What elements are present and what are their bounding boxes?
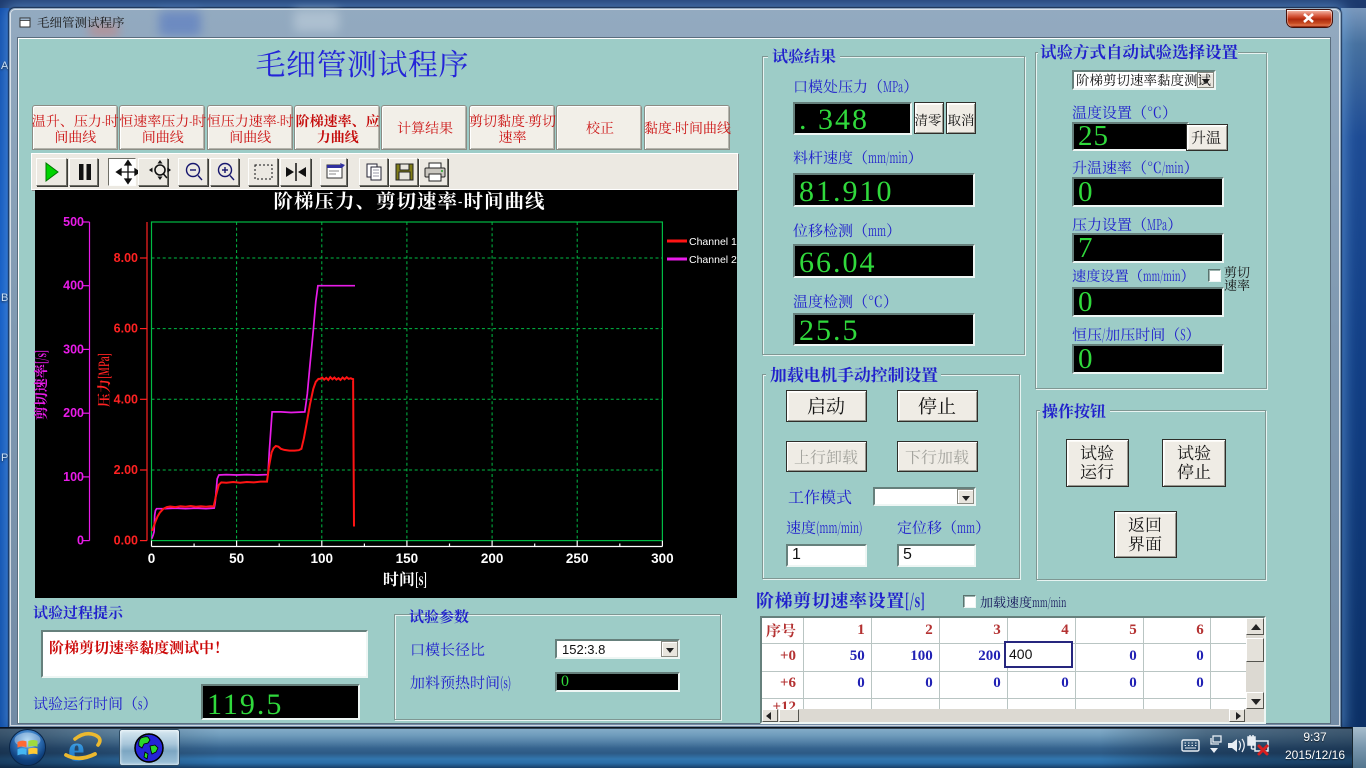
svg-text:250: 250 [566, 551, 589, 566]
svg-text:300: 300 [63, 342, 84, 356]
svg-text:50: 50 [229, 551, 244, 566]
svg-text:0: 0 [148, 551, 156, 566]
svg-text:6.00: 6.00 [114, 322, 138, 336]
svg-text:200: 200 [481, 551, 504, 566]
svg-text:500: 500 [63, 215, 84, 229]
svg-text:Channel 1: Channel 1 [689, 236, 737, 248]
svg-text:0: 0 [77, 534, 84, 548]
svg-text:4.00: 4.00 [114, 392, 138, 406]
svg-text:100: 100 [311, 551, 334, 566]
svg-text:150: 150 [396, 551, 419, 566]
svg-text:8.00: 8.00 [114, 251, 138, 265]
svg-text:100: 100 [63, 470, 84, 484]
svg-text:2.00: 2.00 [114, 463, 138, 477]
svg-text:0.00: 0.00 [114, 534, 138, 548]
svg-text:300: 300 [651, 551, 674, 566]
svg-text:Channel 2: Channel 2 [689, 254, 737, 266]
svg-text:200: 200 [63, 406, 84, 420]
svg-text:400: 400 [63, 279, 84, 293]
